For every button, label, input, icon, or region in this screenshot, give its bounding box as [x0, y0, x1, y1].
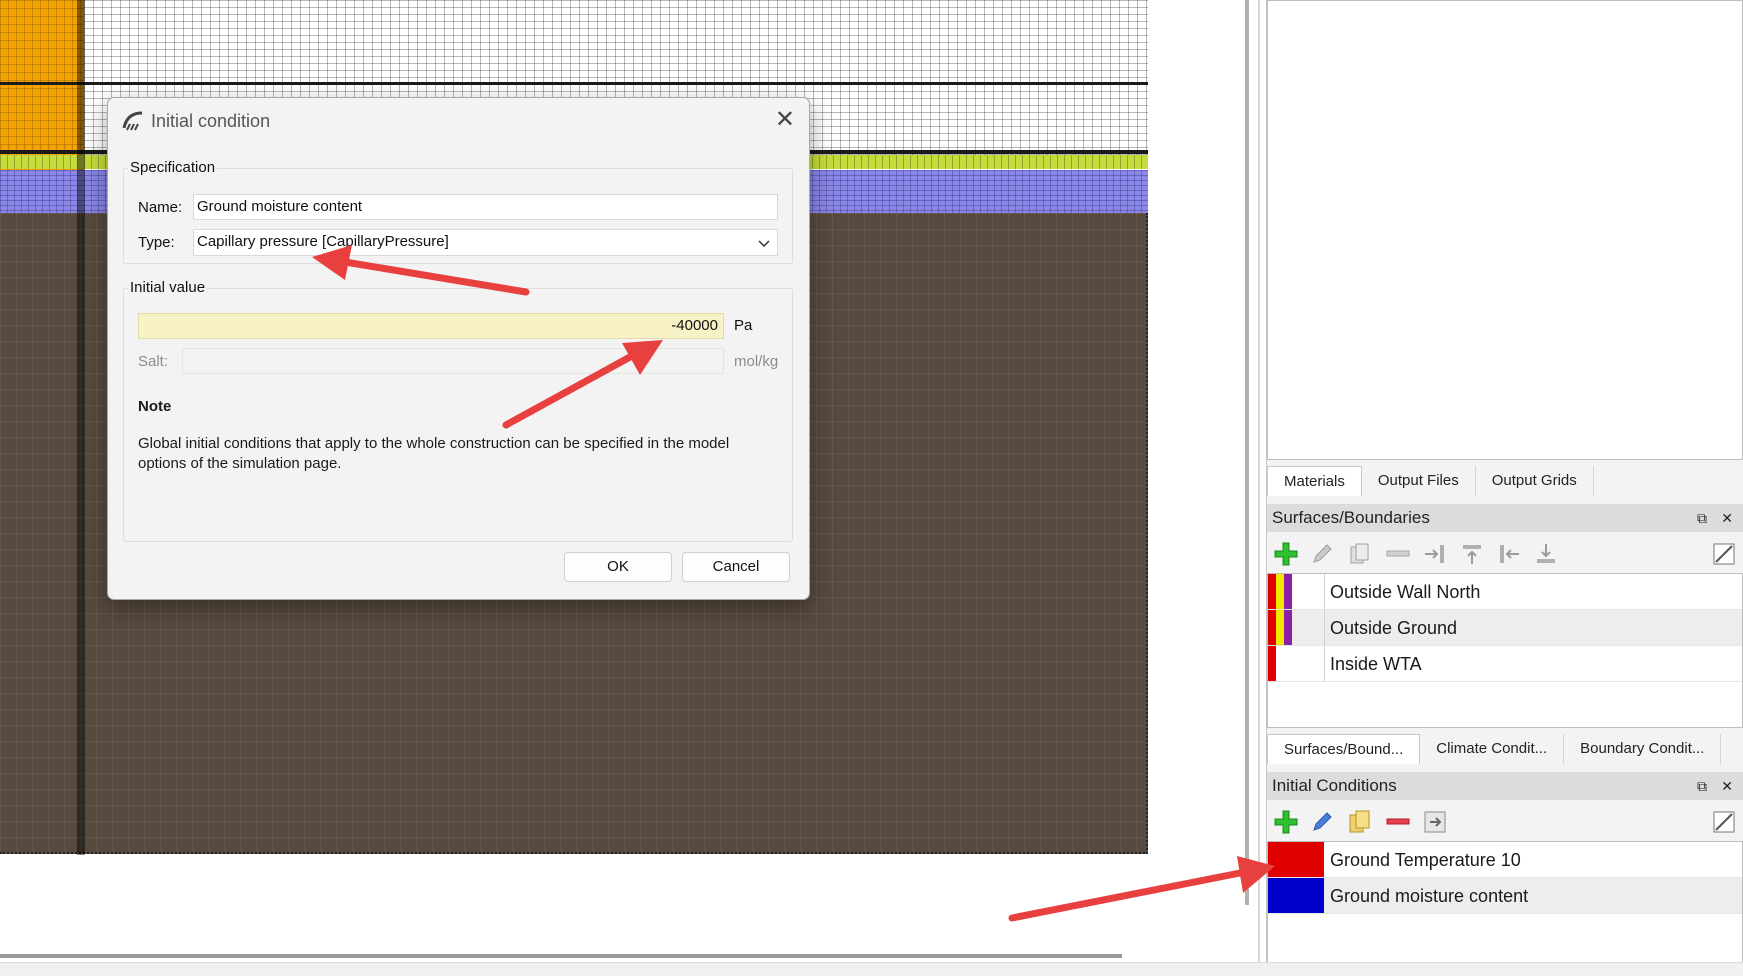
dialog-title: Initial condition: [151, 111, 271, 131]
ok-button[interactable]: OK: [564, 552, 672, 582]
salt-label: Salt:: [138, 353, 169, 370]
value-unit: Pa: [734, 317, 753, 334]
copy-icon[interactable]: [1347, 809, 1373, 835]
chevron-down-icon[interactable]: [757, 234, 771, 258]
horizontal-scrollbar[interactable]: [0, 954, 1122, 958]
remove-icon[interactable]: [1385, 809, 1411, 835]
surfaces-toolbar: [1267, 533, 1743, 573]
edit-icon[interactable]: [1309, 541, 1335, 567]
material-column-orange: [0, 0, 84, 170]
tab-climate-conditions[interactable]: Climate Condit...: [1420, 734, 1565, 764]
arrow-to-list: [1008, 856, 1275, 922]
column-divider: [1324, 610, 1325, 645]
color-swatch: [1284, 574, 1292, 609]
specification-group-title: Specification: [128, 159, 218, 176]
column-divider: [1324, 646, 1325, 681]
color-swatch: [1276, 574, 1284, 609]
bottom-tab-bar: Surfaces/Bound... Climate Condit... Boun…: [1267, 734, 1722, 764]
surfaces-panel-title-text: Surfaces/Boundaries: [1272, 508, 1430, 527]
app-logo-icon: [122, 110, 144, 137]
color-swatch: [1276, 610, 1284, 645]
list-item-label: Outside Ground: [1330, 618, 1458, 638]
salt-input[interactable]: [182, 348, 724, 374]
close-icon[interactable]: ✕: [1721, 504, 1733, 532]
list-item-label: Ground Temperature 10: [1330, 850, 1521, 870]
list-item[interactable]: Outside Ground: [1268, 610, 1742, 646]
note-title: Note: [138, 398, 172, 415]
assign-icon[interactable]: [1422, 809, 1448, 835]
initial-value-input[interactable]: -40000: [138, 313, 724, 339]
list-item[interactable]: Ground Temperature 10: [1268, 842, 1742, 878]
assign-bottom-icon[interactable]: [1533, 541, 1559, 567]
assign-right-icon[interactable]: [1422, 541, 1448, 567]
color-swatch: [1268, 842, 1324, 877]
list-item-label: Outside Wall North: [1330, 582, 1481, 602]
splitter-divider: [1258, 0, 1260, 976]
cancel-button[interactable]: Cancel: [682, 552, 790, 582]
edit-icon[interactable]: [1309, 809, 1335, 835]
tab-output-files[interactable]: Output Files: [1362, 466, 1476, 496]
tab-boundary-conditions[interactable]: Boundary Condit...: [1564, 734, 1722, 764]
remove-icon[interactable]: [1385, 541, 1411, 567]
list-item[interactable]: Ground moisture content: [1268, 878, 1742, 914]
grid-column-divider: [77, 0, 85, 855]
filter-icon[interactable]: [1711, 541, 1737, 567]
assign-top-icon[interactable]: [1459, 541, 1485, 567]
surfaces-list: Outside Wall North Outside Ground Inside…: [1267, 573, 1743, 728]
initial-conditions-toolbar: [1267, 801, 1743, 841]
surfaces-panel-title: Surfaces/Boundaries ⧉ ✕: [1267, 504, 1743, 532]
copy-icon[interactable]: [1347, 541, 1373, 567]
materials-view: [1267, 0, 1743, 460]
name-field[interactable]: Ground moisture content: [193, 194, 778, 220]
initial-conditions-list: Ground Temperature 10 Ground moisture co…: [1267, 841, 1743, 966]
initial-value-group-title: Initial value: [128, 279, 208, 296]
color-swatch: [1268, 878, 1324, 913]
type-combobox-value: Capillary pressure [CapillaryPressure]: [197, 233, 449, 250]
initial-condition-dialog: Initial condition ✕ Specification Name: …: [107, 97, 810, 600]
type-combobox[interactable]: Capillary pressure [CapillaryPressure]: [193, 229, 778, 256]
name-label: Name:: [138, 199, 183, 216]
status-strip: [0, 962, 1743, 976]
assign-left-icon[interactable]: [1496, 541, 1522, 567]
close-icon[interactable]: ✕: [1721, 772, 1733, 800]
tab-surfaces-boundaries[interactable]: Surfaces/Bound...: [1267, 734, 1421, 764]
grid-line: [0, 82, 1148, 85]
note-text: Global initial conditions that apply to …: [138, 435, 730, 472]
initial-conditions-panel-title: Initial Conditions ⧉ ✕: [1267, 772, 1743, 800]
column-divider: [1324, 574, 1325, 609]
add-icon[interactable]: [1273, 541, 1299, 567]
list-item[interactable]: Inside WTA: [1268, 646, 1742, 682]
float-icon[interactable]: ⧉: [1697, 772, 1707, 800]
color-swatch: [1284, 610, 1292, 645]
tab-materials[interactable]: Materials: [1267, 466, 1362, 496]
add-icon[interactable]: [1273, 809, 1299, 835]
color-swatch: [1268, 646, 1276, 681]
top-tab-bar: Materials Output Files Output Grids: [1267, 466, 1594, 496]
float-icon[interactable]: ⧉: [1697, 504, 1707, 532]
close-icon[interactable]: ✕: [775, 108, 795, 132]
splitter-handle[interactable]: [1245, 0, 1249, 905]
color-swatch: [1268, 574, 1276, 609]
color-swatch: [1268, 610, 1276, 645]
list-item-label: Ground moisture content: [1330, 886, 1529, 906]
initial-conditions-title-text: Initial Conditions: [1272, 776, 1397, 795]
list-item-label: Inside WTA: [1330, 654, 1422, 674]
salt-unit: mol/kg: [734, 353, 779, 370]
tab-output-grids[interactable]: Output Grids: [1476, 466, 1594, 496]
filter-icon[interactable]: [1711, 809, 1737, 835]
list-item[interactable]: Outside Wall North: [1268, 574, 1742, 610]
type-label: Type:: [138, 234, 175, 251]
